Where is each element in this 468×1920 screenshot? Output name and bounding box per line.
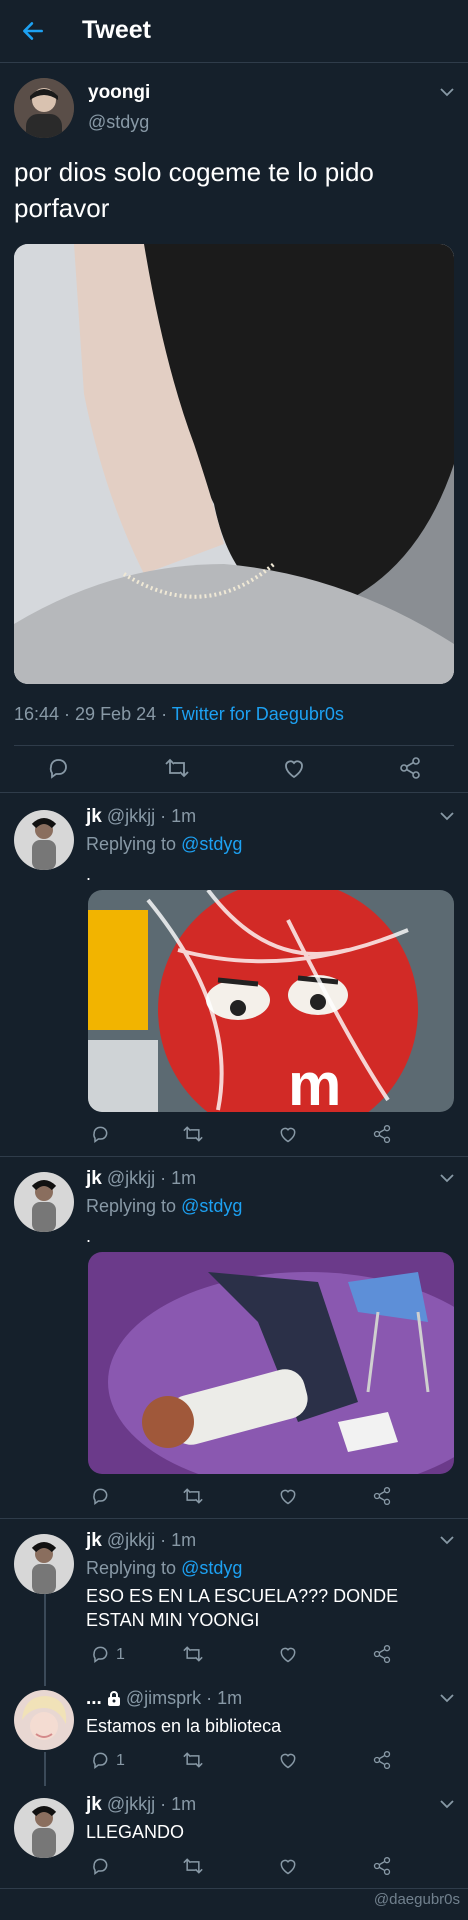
share-icon[interactable] <box>372 1644 392 1664</box>
author-name[interactable]: yoongi <box>88 82 150 104</box>
avatar[interactable] <box>14 78 74 138</box>
replying-to: Replying to @stdyg <box>86 1558 243 1578</box>
avatar[interactable] <box>14 1798 74 1858</box>
reply-divider <box>0 1888 468 1889</box>
share-icon[interactable] <box>398 756 422 780</box>
chevron-down-icon[interactable] <box>440 1694 454 1703</box>
reply-icon[interactable] <box>90 1486 110 1506</box>
back-arrow-icon[interactable] <box>20 18 46 44</box>
replying-to-link[interactable]: @stdyg <box>181 1196 242 1216</box>
reply-time: · 1m <box>160 1530 197 1550</box>
reply-header: jk @jkkjj · 1m <box>86 1530 196 1552</box>
avatar[interactable] <box>14 1690 74 1750</box>
share-icon[interactable] <box>372 1856 392 1876</box>
reply-icon[interactable] <box>46 756 70 780</box>
retweet-icon[interactable] <box>182 1644 204 1664</box>
reply-handle[interactable]: @jkkjj <box>107 806 155 826</box>
like-icon[interactable] <box>278 1124 298 1144</box>
like-icon[interactable] <box>278 1644 298 1664</box>
reply-handle[interactable]: @jkkjj <box>107 1168 155 1188</box>
replying-to: Replying to @stdyg <box>86 1196 243 1216</box>
reply-author-name[interactable]: jk <box>86 1794 102 1815</box>
svg-text:m: m <box>288 1051 341 1112</box>
reply-text: LLEGANDO <box>86 1822 185 1842</box>
chevron-down-icon[interactable] <box>440 812 454 821</box>
reply-time: · 1m <box>206 1688 243 1708</box>
lock-icon <box>107 1691 120 1706</box>
replying-to-link[interactable]: @stdyg <box>181 1558 242 1578</box>
reply-icon[interactable] <box>90 1750 110 1770</box>
reply-header: jk @jkkjj · 1m <box>86 1794 196 1816</box>
reply-divider <box>0 1156 468 1157</box>
share-icon[interactable] <box>372 1124 392 1144</box>
reply-header: jk @jkkjj · 1m <box>86 806 196 828</box>
reply-time: · 1m <box>160 806 197 826</box>
share-icon[interactable] <box>372 1486 392 1506</box>
reply-handle[interactable]: @jkkjj <box>107 1794 155 1814</box>
tweet-image[interactable] <box>14 244 454 684</box>
retweet-icon[interactable] <box>182 1124 204 1144</box>
watermark: @daegubr0s <box>373 1891 460 1908</box>
reply-time: · 1m <box>160 1168 197 1188</box>
reply-header: jk @jkkjj · 1m <box>86 1168 196 1190</box>
reply-time: · 1m <box>160 1794 197 1814</box>
like-icon[interactable] <box>278 1856 298 1876</box>
replying-to: Replying to @stdyg <box>86 834 243 854</box>
reply-icon[interactable] <box>90 1124 110 1144</box>
tweet-timestamp: 16:44 · 29 Feb 24 · <box>14 704 172 724</box>
reply-handle[interactable]: @jimsprk <box>126 1688 201 1708</box>
chevron-down-icon[interactable] <box>440 1536 454 1545</box>
reply-icon[interactable] <box>90 1856 110 1876</box>
replying-to-link[interactable]: @stdyg <box>181 834 242 854</box>
reply-icon[interactable] <box>90 1644 110 1664</box>
page-title: Tweet <box>82 16 151 44</box>
retweet-icon[interactable] <box>182 1750 204 1770</box>
avatar[interactable] <box>14 1534 74 1594</box>
reply-author-name[interactable]: jk <box>86 1530 102 1551</box>
chevron-down-icon[interactable] <box>440 1800 454 1809</box>
tweet-meta: 16:44 · 29 Feb 24 · Twitter for Daegubr0… <box>14 704 344 725</box>
like-icon[interactable] <box>282 756 306 780</box>
retweet-icon[interactable] <box>182 1486 204 1506</box>
share-icon[interactable] <box>372 1750 392 1770</box>
reply-count: 1 <box>116 1752 125 1769</box>
avatar[interactable] <box>14 810 74 870</box>
avatar[interactable] <box>14 1172 74 1232</box>
reply-image[interactable]: m <box>88 890 454 1112</box>
reply-handle[interactable]: @jkkjj <box>107 1530 155 1550</box>
tweet-text: por dios solo cogeme te lo pido porfavor <box>14 157 374 223</box>
header-divider <box>0 62 468 63</box>
reply-text: ESO ES EN LA ESCUELA??? DONDE ESTAN MIN … <box>86 1586 399 1630</box>
chevron-down-icon[interactable] <box>440 88 454 97</box>
author-handle[interactable]: @stdyg <box>88 112 149 133</box>
tweet-client-link[interactable]: Twitter for Daegubr0s <box>172 704 344 724</box>
reply-author-name[interactable]: ... <box>86 1688 102 1709</box>
reply-header: ... @jimsprk · 1m <box>86 1688 242 1710</box>
reply-text: . <box>86 1226 92 1246</box>
thread-line <box>44 1752 46 1786</box>
reply-count: 1 <box>116 1646 125 1663</box>
reply-text: . <box>86 864 92 884</box>
reply-divider <box>0 1518 468 1519</box>
reply-author-name[interactable]: jk <box>86 806 102 827</box>
tweet-divider <box>0 792 468 793</box>
like-icon[interactable] <box>278 1750 298 1770</box>
reply-author-name[interactable]: jk <box>86 1168 102 1189</box>
chevron-down-icon[interactable] <box>440 1174 454 1183</box>
thread-line <box>44 1594 46 1686</box>
meta-divider <box>14 745 454 746</box>
reply-image[interactable] <box>88 1252 454 1474</box>
reply-text: Estamos en la biblioteca <box>86 1716 282 1736</box>
retweet-icon[interactable] <box>164 756 190 780</box>
retweet-icon[interactable] <box>182 1856 204 1876</box>
like-icon[interactable] <box>278 1486 298 1506</box>
